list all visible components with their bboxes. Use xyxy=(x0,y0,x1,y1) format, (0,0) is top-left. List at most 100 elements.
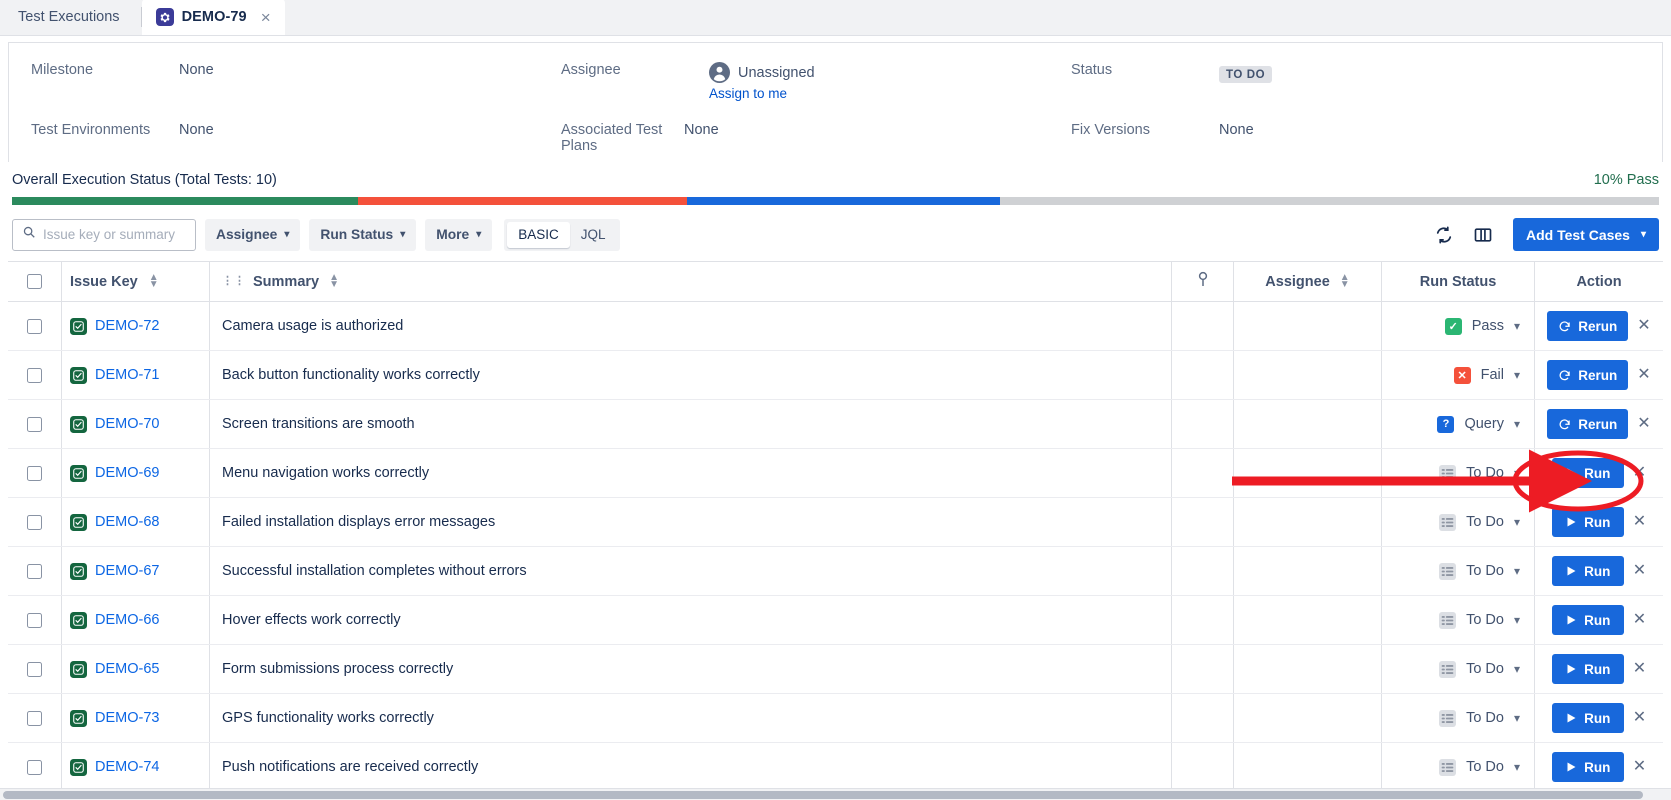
rerun-button[interactable]: Rerun xyxy=(1547,311,1628,341)
cell-run-status[interactable]: To Do▾ xyxy=(1381,449,1534,497)
header-assignee[interactable]: Assignee ▲▼ xyxy=(1233,262,1381,301)
search-input[interactable] xyxy=(43,227,186,242)
tab-test-executions[interactable]: Test Executions xyxy=(0,0,142,35)
run-button[interactable]: Run xyxy=(1552,654,1624,684)
header-pin[interactable] xyxy=(1171,262,1233,301)
rerun-button[interactable]: Rerun xyxy=(1547,360,1628,390)
table-row[interactable]: DEMO-70Screen transitions are smooth?Que… xyxy=(8,400,1663,449)
row-checkbox[interactable] xyxy=(27,613,42,628)
mode-basic[interactable]: BASIC xyxy=(507,222,570,248)
cell-run-status[interactable]: To Do▾ xyxy=(1381,645,1534,693)
horizontal-scrollbar[interactable] xyxy=(0,788,1671,800)
mode-jql[interactable]: JQL xyxy=(570,222,617,248)
cell-pin[interactable] xyxy=(1171,449,1233,497)
run-button[interactable]: Run xyxy=(1552,605,1624,635)
assign-to-me-link[interactable]: Assign to me xyxy=(709,86,815,101)
remove-icon[interactable]: ✕ xyxy=(1633,612,1646,628)
refresh-icon[interactable] xyxy=(1429,220,1459,250)
cell-pin[interactable] xyxy=(1171,351,1233,399)
remove-icon[interactable]: ✕ xyxy=(1633,759,1646,775)
run-button[interactable]: Run xyxy=(1552,752,1624,782)
table-row[interactable]: DEMO-71Back button functionality works c… xyxy=(8,351,1663,400)
cell-run-status[interactable]: To Do▾ xyxy=(1381,743,1534,791)
cell-pin[interactable] xyxy=(1171,547,1233,595)
cell-pin[interactable] xyxy=(1171,400,1233,448)
remove-icon[interactable]: ✕ xyxy=(1633,563,1646,579)
run-button[interactable]: Run xyxy=(1552,703,1624,733)
rerun-button[interactable]: Rerun xyxy=(1547,409,1628,439)
row-checkbox[interactable] xyxy=(27,417,42,432)
cell-run-status[interactable]: ✓Pass▾ xyxy=(1381,302,1534,350)
filter-assignee[interactable]: Assignee ▾ xyxy=(205,219,300,251)
chevron-down-icon[interactable]: ▾ xyxy=(1514,417,1520,431)
cell-run-status[interactable]: ✕Fail▾ xyxy=(1381,351,1534,399)
chevron-down-icon[interactable]: ▾ xyxy=(1514,368,1520,382)
row-checkbox[interactable] xyxy=(27,760,42,775)
issue-key-link[interactable]: DEMO-66 xyxy=(95,612,159,628)
cell-run-status[interactable]: To Do▾ xyxy=(1381,498,1534,546)
issue-key-link[interactable]: DEMO-65 xyxy=(95,661,159,677)
header-issue-key[interactable]: Issue Key ▲▼ xyxy=(61,262,209,301)
remove-icon[interactable]: ✕ xyxy=(1637,416,1650,432)
cell-run-status[interactable]: ?Query▾ xyxy=(1381,400,1534,448)
search-box[interactable] xyxy=(12,219,196,251)
issue-key-link[interactable]: DEMO-67 xyxy=(95,563,159,579)
row-checkbox[interactable] xyxy=(27,368,42,383)
chevron-down-icon[interactable]: ▾ xyxy=(1514,466,1520,480)
run-button[interactable]: Run xyxy=(1552,458,1624,488)
cell-run-status[interactable]: To Do▾ xyxy=(1381,694,1534,742)
row-checkbox[interactable] xyxy=(27,662,42,677)
issue-key-link[interactable]: DEMO-70 xyxy=(95,416,159,432)
row-checkbox[interactable] xyxy=(27,319,42,334)
remove-icon[interactable]: ✕ xyxy=(1633,661,1646,677)
table-row[interactable]: DEMO-66Hover effects work correctlyTo Do… xyxy=(8,596,1663,645)
row-checkbox[interactable] xyxy=(27,515,42,530)
chevron-down-icon[interactable]: ▾ xyxy=(1514,662,1520,676)
cell-run-status[interactable]: To Do▾ xyxy=(1381,596,1534,644)
add-test-cases-button[interactable]: Add Test Cases ▾ xyxy=(1513,218,1659,251)
issue-key-link[interactable]: DEMO-71 xyxy=(95,367,159,383)
issue-key-link[interactable]: DEMO-69 xyxy=(95,465,159,481)
chevron-down-icon[interactable]: ▾ xyxy=(1514,319,1520,333)
table-row[interactable]: DEMO-67Successful installation completes… xyxy=(8,547,1663,596)
row-checkbox[interactable] xyxy=(27,466,42,481)
columns-icon[interactable] xyxy=(1468,220,1498,250)
filter-more[interactable]: More ▾ xyxy=(425,219,492,251)
table-row[interactable]: DEMO-69Menu navigation works correctlyTo… xyxy=(8,449,1663,498)
cell-pin[interactable] xyxy=(1171,302,1233,350)
cell-pin[interactable] xyxy=(1171,596,1233,644)
select-all-checkbox[interactable] xyxy=(27,274,42,289)
issue-key-link[interactable]: DEMO-73 xyxy=(95,710,159,726)
issue-key-link[interactable]: DEMO-72 xyxy=(95,318,159,334)
table-row[interactable]: DEMO-73GPS functionality works correctly… xyxy=(8,694,1663,743)
cell-pin[interactable] xyxy=(1171,645,1233,693)
drag-handle-icon[interactable]: ⋮⋮ xyxy=(222,276,246,287)
cell-run-status[interactable]: To Do▾ xyxy=(1381,547,1534,595)
table-row[interactable]: DEMO-68Failed installation displays erro… xyxy=(8,498,1663,547)
row-checkbox[interactable] xyxy=(27,711,42,726)
table-row[interactable]: DEMO-74Push notifications are received c… xyxy=(8,743,1663,792)
table-row[interactable]: DEMO-65Form submissions process correctl… xyxy=(8,645,1663,694)
cell-pin[interactable] xyxy=(1171,498,1233,546)
cell-pin[interactable] xyxy=(1171,694,1233,742)
row-checkbox[interactable] xyxy=(27,564,42,579)
remove-icon[interactable]: ✕ xyxy=(1633,710,1646,726)
filter-run-status[interactable]: Run Status ▾ xyxy=(309,219,416,251)
chevron-down-icon[interactable]: ▾ xyxy=(1514,564,1520,578)
issue-key-link[interactable]: DEMO-74 xyxy=(95,759,159,775)
remove-icon[interactable]: ✕ xyxy=(1633,514,1646,530)
run-button[interactable]: Run xyxy=(1552,556,1624,586)
tab-demo-79[interactable]: DEMO-79 × xyxy=(142,0,285,35)
remove-icon[interactable]: ✕ xyxy=(1633,465,1646,481)
cell-pin[interactable] xyxy=(1171,743,1233,791)
chevron-down-icon[interactable]: ▾ xyxy=(1514,515,1520,529)
header-run-status[interactable]: Run Status xyxy=(1381,262,1534,301)
issue-key-link[interactable]: DEMO-68 xyxy=(95,514,159,530)
header-summary[interactable]: ⋮⋮ Summary ▲▼ xyxy=(209,262,1171,301)
chevron-down-icon[interactable]: ▾ xyxy=(1514,760,1520,774)
table-row[interactable]: DEMO-72Camera usage is authorized✓Pass▾R… xyxy=(8,302,1663,351)
run-button[interactable]: Run xyxy=(1552,507,1624,537)
remove-icon[interactable]: ✕ xyxy=(1637,367,1650,383)
chevron-down-icon[interactable]: ▾ xyxy=(1514,711,1520,725)
close-icon[interactable]: × xyxy=(261,9,271,26)
